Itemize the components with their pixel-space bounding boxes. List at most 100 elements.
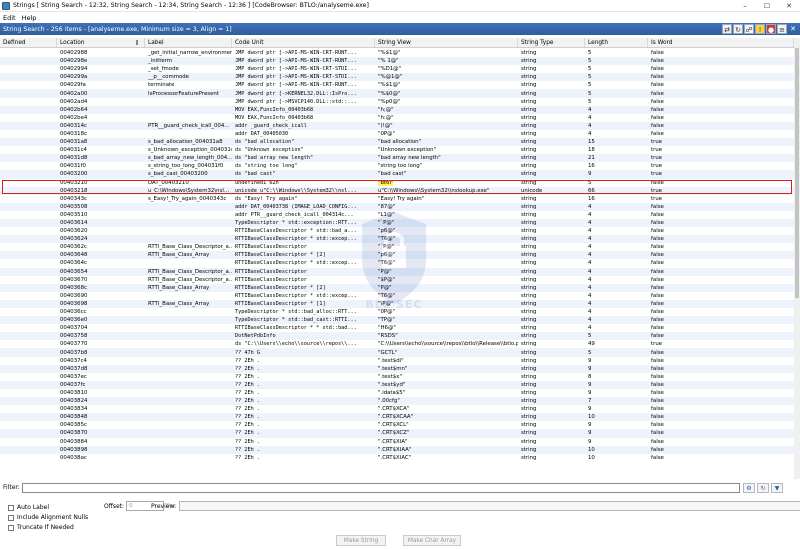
row-string-type: string: [521, 276, 537, 283]
vertical-scrollbar[interactable]: [794, 38, 800, 479]
row-location: 004037fc: [60, 381, 86, 388]
table-row[interactable]: A004031f0s_string_too_long_004031f0ds "s…: [0, 162, 794, 170]
table-row[interactable]: 004037b8 ?? 47h G "GCTL" string 5 false: [0, 348, 794, 357]
make-char-array-button[interactable]: Make Char Array: [403, 535, 461, 546]
table-row[interactable]: 00403834 ?? 2Eh . ".CRT$XCA" string 9 false: [0, 405, 794, 413]
auto-label-checkbox[interactable]: Auto Label: [8, 504, 49, 511]
label-filter-icon[interactable]: ≡: [777, 24, 787, 34]
table-row[interactable]: 0040318c addr DAT_00405030 "0P@" string 4 fal…: [0, 130, 794, 138]
table-row[interactable]: 00403770 ds "C:\\Users\\echo\\source\\rep…: [0, 340, 794, 348]
col-code-unit[interactable]: Code Unit: [232, 38, 375, 47]
table-row[interactable]: 004031d8 s_bad_array_new_length_004... ds …: [0, 154, 794, 163]
table-row[interactable]: 004038ac ?? 2Eh . ".CRT$XIAC" string 10 false: [0, 454, 794, 462]
row-location: 0040368c: [60, 284, 87, 291]
link-icon[interactable]: ☍: [744, 24, 754, 34]
table-row[interactable]: 00403200 s_bad_cast_00403200 ds "bad cast"…: [0, 170, 794, 179]
row-label: RTTI_Base_Class_Array: [148, 252, 210, 259]
col-location[interactable]: Location: [57, 38, 145, 47]
offset-label: Offset:: [104, 502, 125, 510]
table-row[interactable]: 00402994 _set_fmode JMP dword ptr [->API-M…: [0, 65, 794, 73]
col-string-type[interactable]: String Type: [518, 38, 585, 47]
table-row[interactable]: 00403824 ?? 2Eh . ".00cfg" string 7 false: [0, 397, 794, 406]
row-code-unit: JMP dword ptr [->API-MS-WIN-CRT-RUNT...: [235, 58, 357, 65]
row-string-view: ".CRT$XCL": [378, 422, 409, 429]
table-row[interactable]: 00402be4 MOV EAX,FuncInfo_00403b68 "h:@" st…: [0, 114, 794, 122]
col-defined[interactable]: Defined: [0, 38, 57, 47]
row-string-type: unicode: [521, 187, 543, 194]
table-row[interactable]: 00402b64 MOV EAX,FuncInfo_00403b68 "h;@" st…: [0, 105, 794, 114]
table-row[interactable]: 0040343c s_Easy!_Try_again_0040343c ds "Ea…: [0, 195, 794, 203]
table-row[interactable]: 00403898 ?? 2Eh . ".CRT$XIAA" string 10 false: [0, 445, 794, 454]
filter-refresh-icon[interactable]: ↻: [757, 482, 769, 493]
row-code-unit: addr DAT_00405030: [235, 130, 289, 137]
row-length: 16: [588, 163, 595, 170]
warning-filter-icon[interactable]: !: [755, 24, 765, 34]
stop-icon[interactable]: ●: [766, 24, 776, 34]
row-is-word: false: [651, 179, 664, 186]
row-is-word: false: [651, 446, 664, 453]
row-length: 5: [588, 82, 592, 89]
col-label[interactable]: Label: [145, 38, 232, 47]
row-code-unit: ds "Unknown exception": [235, 147, 304, 154]
table-row[interactable]: 0040385c ?? 2Eh . ".CRT$XCL" string 9 false: [0, 421, 794, 429]
truncate-checkbox[interactable]: Truncate If Needed: [8, 524, 74, 531]
table-row[interactable]: 00402a00 IsProcessorFeaturePresent JMP dwo…: [0, 89, 794, 98]
row-location: 0040343c: [60, 195, 87, 202]
menu-help[interactable]: Help: [19, 14, 40, 22]
row-code-unit: undefined1 62h: [235, 179, 279, 186]
close-icon[interactable]: ✕: [778, 0, 800, 12]
row-code-unit: ds "string too long": [235, 163, 298, 170]
table-row[interactable]: 00403810 ?? 2Eh . ".idata$5" string 9 false: [0, 389, 794, 397]
navigate-icon[interactable]: ⇄: [722, 24, 732, 34]
table-row[interactable]: 0040314c PTR__guard_check_icall_004... add…: [0, 121, 794, 130]
table-row[interactable]: 0040299a __p__commode JMP dword ptr [->API…: [0, 73, 794, 82]
preview-group: Preview:: [151, 501, 800, 511]
table-row[interactable]: 00402ad4 JMP dword ptr [->MSVCP140.DLL::s…: [0, 98, 794, 106]
filter-options-icon[interactable]: ⚙: [743, 482, 755, 493]
row-location: 004036cc: [60, 309, 87, 316]
col-is-word[interactable]: Is Word: [648, 38, 794, 47]
highlighted-string: "bt6i": [378, 179, 394, 186]
table-row[interactable]: 004031a8 s_bad_allocation_004031a8 ds "bad…: [0, 138, 794, 147]
row-is-word: true: [651, 147, 663, 154]
row-string-view: ".CRT$XIAA": [378, 446, 412, 453]
table-row[interactable]: 00403848 ?? 2Eh . ".CRT$XCAA" string 10 false: [0, 413, 794, 422]
table-row[interactable]: 004037d8 ?? 2Eh . ".text$mn" string 9 false: [0, 364, 794, 373]
panel-close-icon[interactable]: ✕: [788, 24, 798, 34]
row-string-type: string: [521, 58, 537, 65]
row-length: 9: [588, 430, 592, 437]
row-string-view: ".text$yd": [378, 381, 406, 388]
row-is-word: false: [651, 50, 664, 57]
table-row[interactable]: 004037ec ?? 2Eh . ".text$x" string 8 false: [0, 373, 794, 381]
row-string-view: ".CRT$XCZ": [378, 430, 410, 437]
row-string-type: string: [521, 309, 537, 316]
table-row[interactable]: 004037fc ?? 2Eh . ".text$yd" string 9 false: [0, 380, 794, 389]
make-string-button[interactable]: Make String: [336, 535, 386, 546]
table-row[interactable]: 0040298e _initterm JMP dword ptr [->API-MS…: [0, 57, 794, 66]
row-location: 00403834: [60, 406, 88, 413]
table-row[interactable]: 004031c4 s_Unknown_exception_004031c4 ds "…: [0, 146, 794, 154]
maximize-icon[interactable]: ☐: [756, 0, 778, 12]
menu-edit[interactable]: Edit: [0, 14, 19, 22]
filter-menu-icon[interactable]: ▼: [771, 482, 783, 493]
filter-input[interactable]: [22, 482, 740, 493]
table-row[interactable]: 004029fa terminate JMP dword ptr [->API-MS…: [0, 81, 794, 89]
table-row[interactable]: 004037c4 ?? 2Eh . ".text$di" string 9 false: [0, 357, 794, 365]
include-nulls-checkbox[interactable]: Include Alignment Nulls: [8, 514, 88, 521]
table-row[interactable]: 00403884 ?? 2Eh . ".CRT$XIA" string 9 false: [0, 438, 794, 446]
table-row[interactable]: 00403210 DAT_00403210 undefined1 62h "bt6i"…: [0, 178, 794, 187]
table-row[interactable]: 00403218 u_C:\Windows\System32\nsl... unic…: [0, 186, 794, 195]
table-row[interactable]: 00402988 _get_initial_narrow_environment J…: [0, 49, 794, 57]
table-row[interactable]: 00403758 DotNetPdbInfo "RSDS" string 5 false: [0, 332, 794, 341]
table-row[interactable]: 00403870 ?? 2Eh . ".CRT$XCZ" string 9 false: [0, 429, 794, 438]
col-length[interactable]: Length: [585, 38, 648, 47]
row-location: 004038ac: [60, 454, 87, 461]
row-string-view: u"C:\\Windows\\System32\\nslookup.exe": [378, 187, 490, 194]
scrollbar-thumb[interactable]: [795, 48, 799, 298]
minimize-icon[interactable]: –: [734, 0, 756, 12]
row-code-unit: ?? 2Eh .: [235, 446, 260, 453]
refresh-icon[interactable]: ↻: [733, 24, 743, 34]
row-length: 4: [588, 236, 592, 243]
col-string-view[interactable]: String View: [375, 38, 518, 47]
row-is-word: false: [651, 389, 664, 396]
